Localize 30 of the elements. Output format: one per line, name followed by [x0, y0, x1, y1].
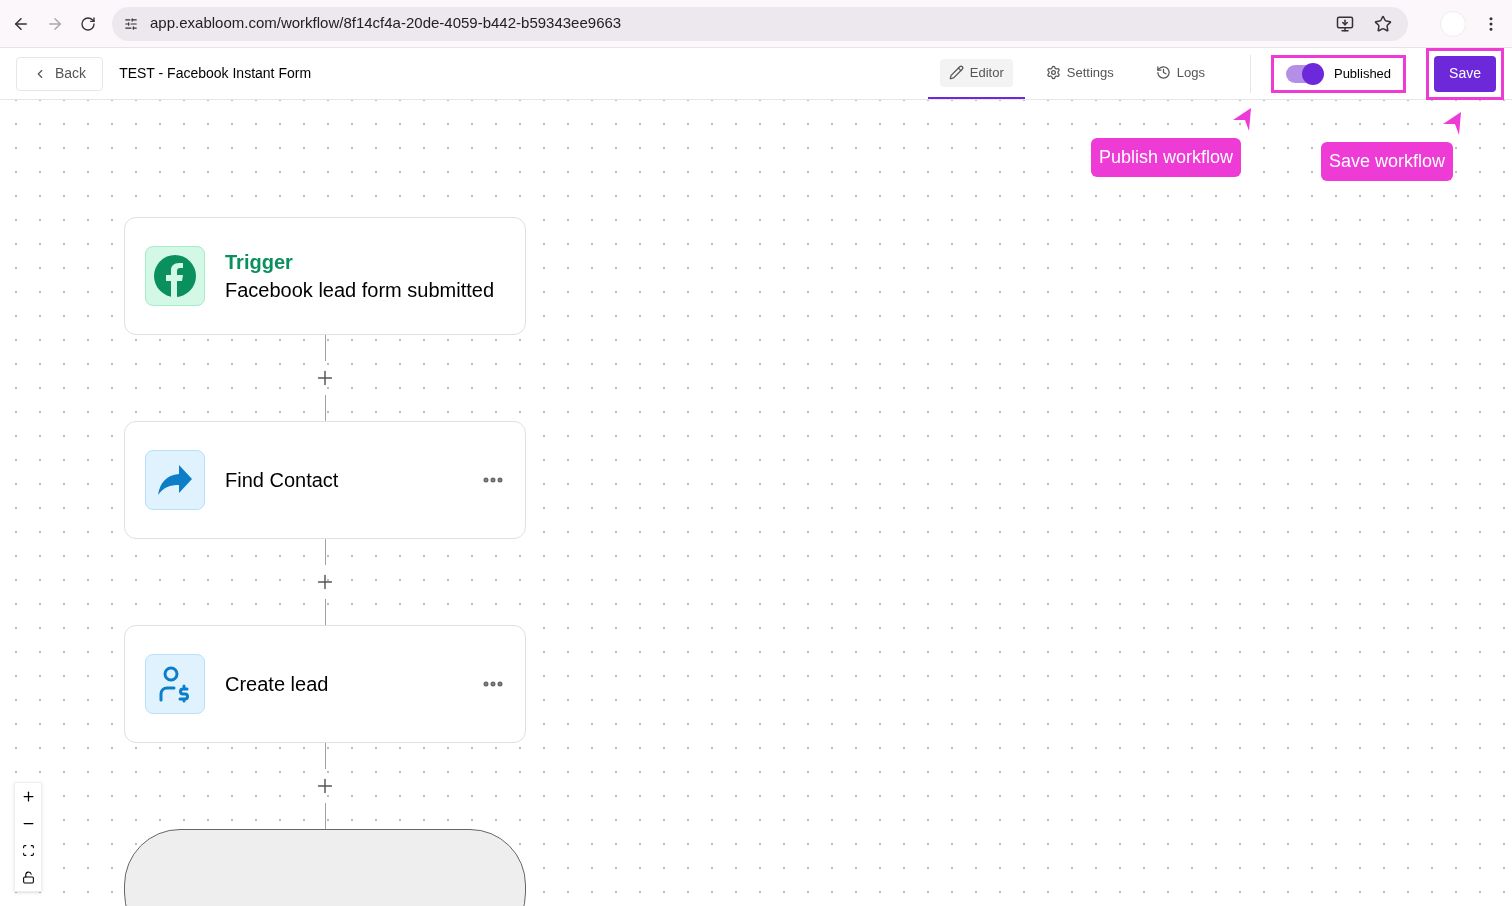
tab[interactable]: Settings — [1036, 58, 1123, 87]
node-title: Find Contact — [225, 468, 340, 493]
annotation-callout: Publish workflow — [1091, 138, 1242, 177]
reload-icon[interactable] — [80, 15, 96, 32]
workflow-node-card[interactable]: Find Contact — [124, 421, 526, 539]
publish-toggle[interactable] — [1285, 64, 1322, 83]
history-icon — [1155, 65, 1171, 80]
trigger-label: Trigger — [225, 250, 294, 275]
url-text: app.exabloom.com/workflow/8f14cf4a-20de-4059-b442-b59343ee9663 — [150, 13, 622, 34]
install-icon[interactable] — [1336, 14, 1354, 33]
facebook-icon — [145, 246, 205, 306]
pencil-icon — [948, 65, 964, 80]
workflow-title: TEST - Facebook Instant Form — [119, 64, 312, 83]
annotation-callout: Save workflow — [1321, 142, 1454, 181]
bookmark-star-icon[interactable] — [1374, 14, 1392, 33]
pointer-arrow-icon — [1233, 108, 1254, 132]
workflow-node-card[interactable]: Trigger Facebook lead form submitted — [124, 217, 526, 335]
person-dollar-icon — [145, 654, 205, 714]
site-settings-icon[interactable] — [124, 16, 138, 31]
workflow-node-card[interactable]: Create lead — [124, 625, 526, 743]
address-bar[interactable]: app.exabloom.com/workflow/8f14cf4a-20de-4059-b442-b59343ee9663 — [112, 6, 1408, 41]
save-button[interactable]: Save — [1434, 55, 1496, 92]
settings-icon — [1045, 65, 1061, 80]
back-button[interactable]: Back — [16, 56, 104, 91]
node-title: Facebook lead form submitted — [225, 278, 496, 303]
publish-label: Published — [1333, 64, 1392, 83]
tab[interactable]: Editor — [939, 58, 1013, 87]
tab[interactable]: Logs — [1146, 58, 1214, 87]
pointer-arrow-icon — [1443, 112, 1464, 136]
node-title: Create lead — [225, 672, 330, 697]
